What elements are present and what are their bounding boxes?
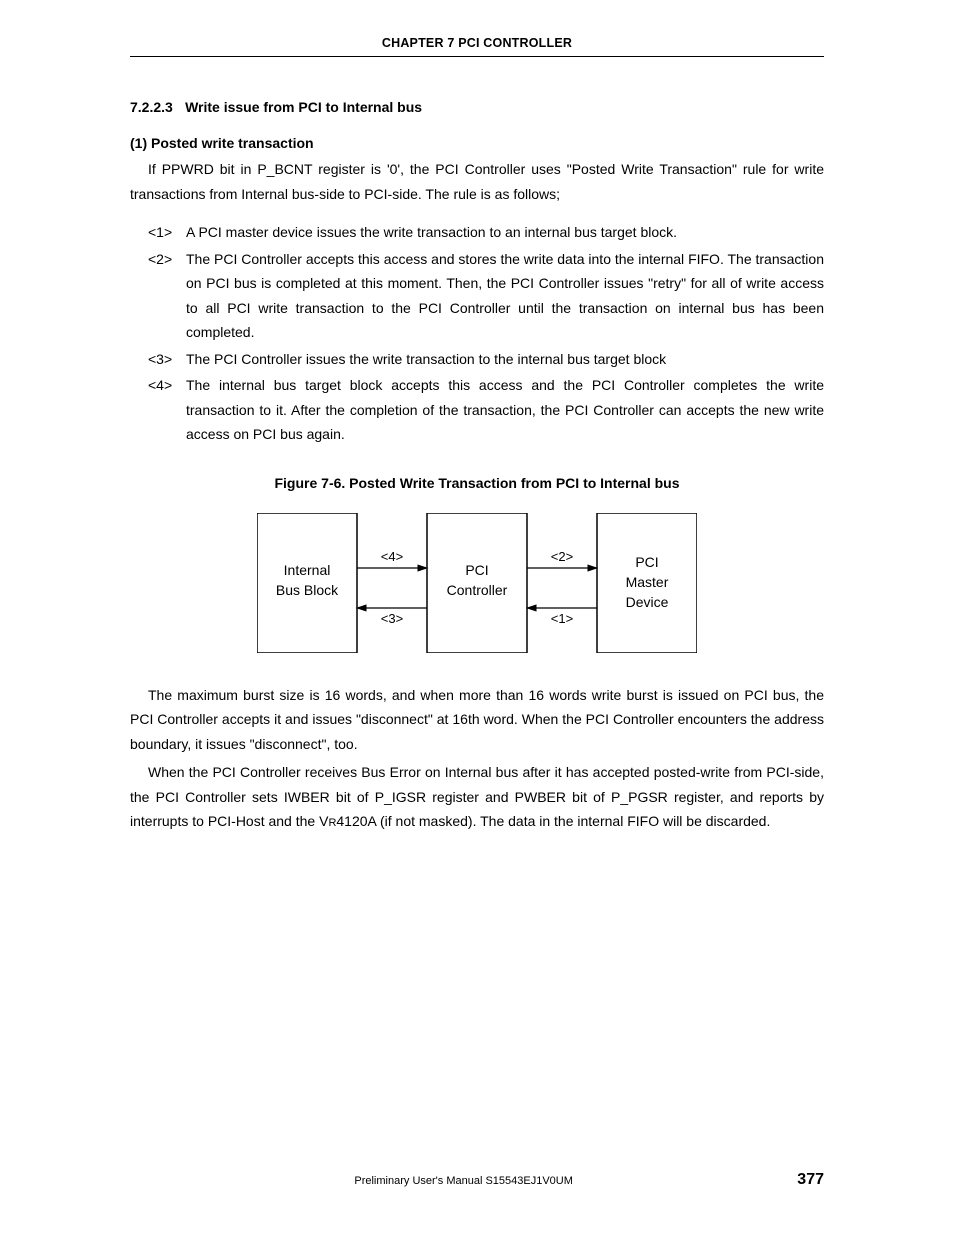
burst-paragraph: The maximum burst size is 16 words, and … xyxy=(130,683,824,757)
step-label: <1> xyxy=(130,220,186,245)
diagram-box-right-line1: PCI xyxy=(635,554,658,570)
page-footer: Preliminary User's Manual S15543EJ1V0UM … xyxy=(130,1171,824,1189)
footer-doc-id: Preliminary User's Manual S15543EJ1V0UM xyxy=(130,1175,797,1187)
subsection-label: (1) Posted write transaction xyxy=(130,135,824,151)
step-label: <2> xyxy=(130,247,186,345)
step-label: <4> xyxy=(130,373,186,447)
section-title-text: Write issue from PCI to Internal bus xyxy=(185,99,422,115)
diagram-box-mid-line2: Controller xyxy=(447,582,508,598)
diagram-arrow-label: <2> xyxy=(551,549,573,564)
diagram-box-right-line2: Master xyxy=(626,574,669,590)
step-list: <1> A PCI master device issues the write… xyxy=(130,220,824,447)
diagram-box-mid-line1: PCI xyxy=(465,562,488,578)
section-title xyxy=(177,99,185,115)
figure-caption: Figure 7-6. Posted Write Transaction fro… xyxy=(130,475,824,491)
diagram-box-left-line2: Bus Block xyxy=(276,582,339,598)
list-item: <2> The PCI Controller accepts this acce… xyxy=(130,247,824,345)
diagram-arrow-label: <1> xyxy=(551,611,573,626)
list-item: <1> A PCI master device issues the write… xyxy=(130,220,824,245)
diagram-box-right-line3: Device xyxy=(626,594,669,610)
page: CHAPTER 7 PCI CONTROLLER 7.2.2.3 Write i… xyxy=(0,0,954,1235)
chapter-header: CHAPTER 7 PCI CONTROLLER xyxy=(130,36,824,56)
step-text: The PCI Controller issues the write tran… xyxy=(186,347,824,372)
step-text: A PCI master device issues the write tra… xyxy=(186,220,824,245)
section-number: 7.2.2.3 xyxy=(130,99,173,115)
error-paragraph: When the PCI Controller receives Bus Err… xyxy=(130,760,824,834)
step-text: The PCI Controller accepts this access a… xyxy=(186,247,824,345)
step-text: The internal bus target block accepts th… xyxy=(186,373,824,447)
step-label: <3> xyxy=(130,347,186,372)
error-para-suffix: 4120A (if not masked). The data in the i… xyxy=(336,813,770,829)
footer-page-number: 377 xyxy=(797,1171,824,1189)
diagram-arrow-label: <3> xyxy=(381,611,403,626)
header-rule xyxy=(130,56,824,57)
intro-paragraph: If PPWRD bit in P_BCNT register is '0', … xyxy=(130,157,824,206)
list-item: <4> The internal bus target block accept… xyxy=(130,373,824,447)
section-heading: 7.2.2.3 Write issue from PCI to Internal… xyxy=(130,99,824,117)
diagram: Internal Bus Block PCI Controller PCI Ma… xyxy=(257,513,697,653)
diagram-arrow-label: <4> xyxy=(381,549,403,564)
list-item: <3> The PCI Controller issues the write … xyxy=(130,347,824,372)
diagram-box-left-line1: Internal xyxy=(284,562,331,578)
